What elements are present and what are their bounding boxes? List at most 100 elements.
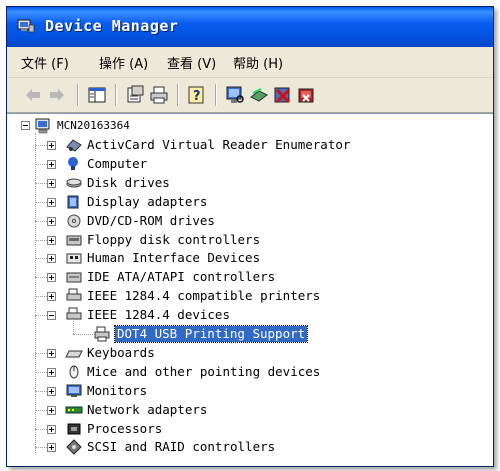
tree-node-label: Monitors xyxy=(87,382,148,398)
monitor-icon xyxy=(66,384,82,397)
collapse-icon[interactable] xyxy=(47,311,56,321)
tree-node-label: IEEE 1284.4 devices xyxy=(87,307,230,323)
tree-node-child[interactable]: DOT4 USB Printing Support xyxy=(7,317,493,344)
tree-node[interactable]: Floppy disk controllers xyxy=(7,231,493,250)
tree-node[interactable]: IEEE 1284.4 devices xyxy=(7,306,493,325)
toolbar-separator xyxy=(77,84,79,106)
toolbar: ? xyxy=(7,78,493,113)
tree-node[interactable]: Processors xyxy=(7,420,493,439)
tree-node[interactable]: Network adapters xyxy=(7,401,493,420)
back-icon[interactable] xyxy=(23,85,43,105)
computer-icon xyxy=(35,118,50,134)
tree-guide-line xyxy=(35,163,47,165)
tree-node-label: Display adapters xyxy=(87,193,208,209)
floppy-controller-icon xyxy=(66,235,82,245)
menu-bar: 文件 (F) 操作 (A) 查看 (V) 帮助 (H) xyxy=(7,47,493,78)
tree-node-label: Floppy disk controllers xyxy=(87,231,261,247)
expand-icon[interactable] xyxy=(47,159,56,169)
tree-guide-line xyxy=(35,447,47,449)
tree-node[interactable]: Disk drives xyxy=(7,174,493,193)
expand-icon[interactable] xyxy=(47,348,56,358)
tree-node-label: Mice and other pointing devices xyxy=(87,363,321,379)
menu-help[interactable]: 帮助 (H) xyxy=(233,53,283,72)
show-hide-tree-icon[interactable] xyxy=(87,85,107,105)
expand-icon[interactable] xyxy=(47,197,56,207)
expand-icon[interactable] xyxy=(47,443,56,453)
tree-node[interactable]: IEEE 1284.4 compatible printers xyxy=(7,287,493,306)
update-driver-icon[interactable] xyxy=(249,85,269,105)
tree-guide-line xyxy=(35,145,47,146)
tree-node-label-selected[interactable]: DOT4 USB Printing Support xyxy=(113,325,309,343)
mouse-icon xyxy=(69,365,79,379)
help-icon[interactable]: ? xyxy=(187,85,207,105)
printer-icon xyxy=(66,307,82,320)
expand-icon[interactable] xyxy=(47,235,56,245)
device-manager-window: Device Manager 文件 (F) 操作 (A) 查看 (V) 帮助 (… xyxy=(6,6,494,467)
tree-guide-line xyxy=(35,390,47,392)
tree-root-label: MCN20163364 xyxy=(57,119,130,132)
tree-node[interactable]: Monitors xyxy=(7,382,493,401)
tree-guide-line xyxy=(35,258,47,260)
toolbar-separator xyxy=(177,84,179,106)
usb-printing-support-icon xyxy=(94,326,110,342)
disk-drive-icon xyxy=(66,178,82,188)
tree-guide-line xyxy=(35,277,47,279)
processor-icon xyxy=(67,423,81,434)
device-tree[interactable]: MCN20163364 ActivCard Virtual Reader Enu… xyxy=(7,113,493,466)
properties-icon[interactable] xyxy=(125,85,145,105)
tree-node[interactable]: IDE ATA/ATAPI controllers xyxy=(7,268,493,287)
tree-node[interactable]: SCSI and RAID controllers xyxy=(7,438,493,457)
tree-node[interactable]: Mice and other pointing devices xyxy=(7,363,493,382)
expand-icon[interactable] xyxy=(47,367,56,377)
window-title: Device Manager xyxy=(45,17,179,35)
title-bar[interactable]: Device Manager xyxy=(7,7,493,47)
network-adapter-icon xyxy=(65,406,83,414)
tree-guide-line xyxy=(35,315,47,317)
tree-guide-line xyxy=(73,317,74,334)
disable-device-icon[interactable] xyxy=(273,85,293,105)
expand-icon[interactable] xyxy=(47,273,56,283)
tree-node-label: Keyboards xyxy=(87,344,155,360)
cd-rom-icon xyxy=(67,214,81,228)
tree-guide-line xyxy=(35,352,47,354)
tree-guide-line xyxy=(73,334,93,335)
expand-icon[interactable] xyxy=(47,405,56,415)
tree-node[interactable]: ActivCard Virtual Reader Enumerator xyxy=(7,136,493,155)
tree-node-label: Disk drives xyxy=(87,174,170,190)
uninstall-device-icon[interactable] xyxy=(297,85,317,105)
expand-icon[interactable] xyxy=(47,292,56,302)
tree-node[interactable]: DVD/CD-ROM drives xyxy=(7,212,493,231)
menu-file[interactable]: 文件 (F) xyxy=(21,53,69,72)
expand-icon[interactable] xyxy=(47,254,56,264)
expand-icon[interactable] xyxy=(47,424,56,434)
scan-hardware-icon[interactable] xyxy=(225,85,245,105)
keyboard-icon xyxy=(65,350,83,358)
svg-text:?: ? xyxy=(193,89,201,104)
collapse-icon[interactable] xyxy=(21,121,30,130)
menu-action[interactable]: 操作 (A) xyxy=(99,53,148,72)
toolbar-separator xyxy=(115,84,117,106)
forward-icon[interactable] xyxy=(47,85,67,105)
tree-node-label: Computer xyxy=(87,155,148,171)
tree-node[interactable]: Keyboards xyxy=(7,344,493,363)
hid-icon xyxy=(66,253,82,264)
print-icon[interactable] xyxy=(149,85,169,105)
menu-view[interactable]: 查看 (V) xyxy=(167,53,216,72)
tree-root[interactable]: MCN20163364 xyxy=(7,117,493,135)
tree-guide-line xyxy=(35,371,47,373)
tree-guide-line xyxy=(35,201,47,203)
expand-icon[interactable] xyxy=(47,386,56,396)
expand-icon[interactable] xyxy=(47,178,56,188)
tree-node[interactable]: Human Interface Devices xyxy=(7,249,493,268)
tree-node[interactable]: Computer xyxy=(7,155,493,174)
card-reader-icon xyxy=(66,139,82,152)
tree-node-label: Processors xyxy=(87,420,163,436)
tree-node-label: DVD/CD-ROM drives xyxy=(87,212,215,228)
tree-node-label: SCSI and RAID controllers xyxy=(87,439,276,455)
tree-node[interactable]: Display adapters xyxy=(7,193,493,212)
expand-icon[interactable] xyxy=(47,216,56,226)
device-manager-icon xyxy=(17,19,35,33)
expand-icon[interactable] xyxy=(47,141,56,150)
tree-node-label: Human Interface Devices xyxy=(87,250,261,266)
scsi-controller-icon xyxy=(66,439,82,456)
